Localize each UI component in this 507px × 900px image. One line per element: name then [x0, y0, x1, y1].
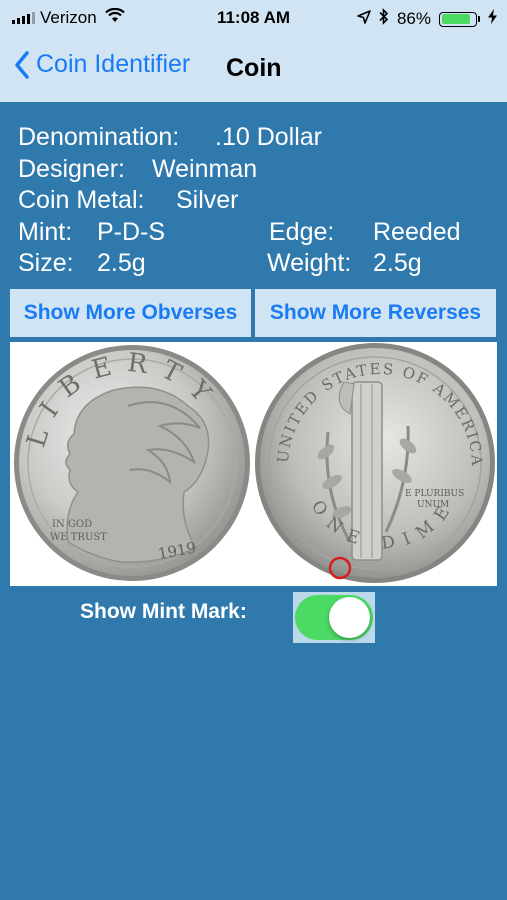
image-buttons: Show More Obverses Show More Reverses	[10, 289, 496, 337]
reverse-coin: UNITED STATES OF AMERICA E PLURIBUS UNUM…	[255, 343, 495, 583]
designer-value: Weinman	[152, 154, 258, 183]
coin-image: LIBERTY IN GOD WE TRUST 1919 UNITED STAT…	[10, 342, 497, 586]
battery-icon	[439, 11, 480, 27]
weight-label: Weight:	[267, 249, 352, 277]
page-title: Coin	[226, 54, 282, 82]
size-label: Size:	[18, 249, 74, 277]
status-bar: Verizon 11:08 AM 86%	[0, 0, 507, 34]
status-right: 86%	[357, 8, 497, 30]
obverse-coin: LIBERTY IN GOD WE TRUST 1919	[14, 345, 250, 581]
battery-percent: 86%	[396, 9, 431, 28]
back-button-label: Coin Identifier	[36, 50, 191, 78]
show-more-reverses-button[interactable]: Show More Reverses	[255, 289, 496, 337]
designer-label: Designer:	[18, 154, 125, 183]
size-value: 2.5g	[97, 249, 146, 277]
edge-label: Edge:	[269, 217, 335, 246]
show-more-obverses-button[interactable]: Show More Obverses	[10, 289, 251, 337]
denomination-label: Denomination:	[18, 123, 180, 151]
reverse-motto-1: E PLURIBUS	[405, 489, 464, 499]
show-mint-mark-label: Show Mint Mark:	[80, 600, 247, 623]
chevron-left-icon	[15, 50, 29, 79]
mint-mark-toggle-container	[293, 592, 375, 643]
bluetooth-icon	[379, 8, 389, 30]
back-button[interactable]: Coin Identifier	[14, 50, 190, 79]
mint-value: P-D-S	[97, 217, 166, 246]
obverse-motto-2: WE TRUST	[50, 532, 107, 543]
edge-value: Reeded	[373, 217, 461, 246]
charging-bolt-icon	[488, 9, 497, 29]
denomination-value: .10 Dollar	[215, 123, 322, 151]
metal-value: Silver	[176, 186, 239, 214]
location-arrow-icon	[357, 9, 371, 29]
toggle-knob	[329, 597, 370, 638]
mint-label: Mint:	[18, 217, 73, 246]
obverse-motto-1: IN GOD	[52, 519, 92, 530]
metal-label: Coin Metal:	[18, 186, 145, 214]
mint-mark-toggle[interactable]	[295, 595, 373, 640]
weight-value: 2.5g	[373, 249, 422, 277]
navigation-bar: Coin Identifier Coin	[0, 34, 507, 102]
